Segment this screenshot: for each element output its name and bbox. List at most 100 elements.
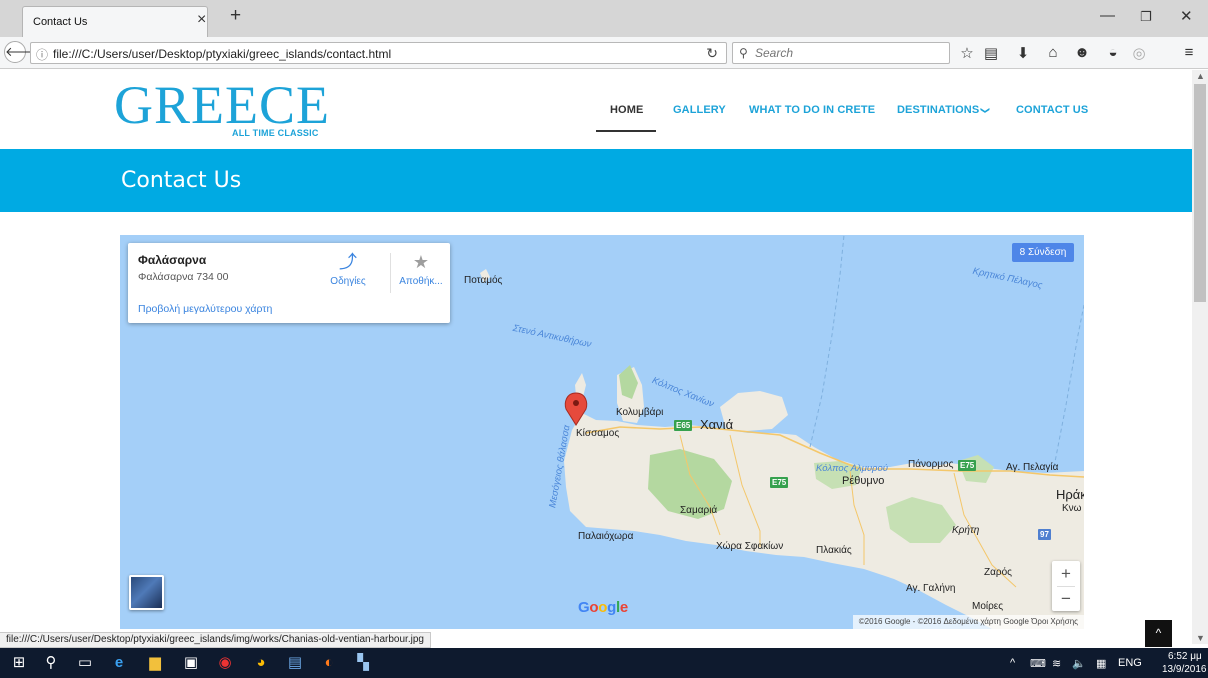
tray-chevron-icon[interactable]: ^ xyxy=(1010,657,1015,669)
tab-close-icon[interactable]: × xyxy=(197,12,206,28)
browser-tab[interactable]: Contact Us × xyxy=(22,6,208,37)
nav-destinations-label: DESTINATIONS xyxy=(897,104,980,116)
minimize-icon[interactable]: — xyxy=(1100,7,1115,24)
keyboard-icon[interactable]: ⌨ xyxy=(1030,657,1046,670)
reload-icon[interactable]: ↻ xyxy=(706,45,718,62)
vertical-scrollbar[interactable]: ▲ ▼ xyxy=(1192,70,1208,644)
search-input[interactable] xyxy=(755,45,945,61)
scroll-down-icon[interactable]: ▼ xyxy=(1196,633,1205,643)
file-explorer-icon[interactable]: ▆ xyxy=(144,654,166,672)
place-name: Φαλάσαρνα xyxy=(138,253,207,267)
chat-icon[interactable]: ☻ xyxy=(1073,44,1091,61)
search-icon[interactable]: ⚲ xyxy=(40,654,62,672)
logo-text: GREECE xyxy=(114,75,330,135)
nav-contact[interactable]: CONTACT US xyxy=(1016,104,1088,116)
zoom-out-button[interactable]: − xyxy=(1052,586,1080,611)
map-label: Παλαιόχωρα xyxy=(578,531,634,542)
crete-landmass xyxy=(564,413,1084,629)
page-banner: Contact Us xyxy=(0,149,1192,212)
clock-time[interactable]: 6:52 μμ xyxy=(1168,651,1202,662)
url-bar[interactable]: ⓘ file:///C:/Users/user/Desktop/ptyxiaki… xyxy=(30,42,727,64)
star-icon[interactable]: ☆ xyxy=(958,44,976,62)
site-logo[interactable]: GREECE ALL TIME CLASSIC xyxy=(114,78,344,146)
nav-what-to-do[interactable]: WHAT TO DO IN CRETE xyxy=(749,104,875,116)
search-bar[interactable]: ⚲ xyxy=(732,42,950,64)
windows-taskbar: ⊞ ⚲ ▭ e ▆ ▣ ◉ ◕ ▤ ◐ ▚ ^ ⌨ ≋ 🔈 ▦ ENG 6:52… xyxy=(0,648,1208,678)
notifications-icon[interactable]: ▦ xyxy=(1096,657,1106,670)
store-icon[interactable]: ▣ xyxy=(180,654,202,672)
notepad-icon[interactable]: ▤ xyxy=(284,654,306,672)
firefox-icon[interactable]: ◐ xyxy=(318,654,340,672)
back-icon[interactable]: 🡐 xyxy=(4,41,40,63)
pocket-icon[interactable]: ◒ xyxy=(1104,44,1122,61)
star-icon: ★ xyxy=(412,252,430,272)
google-logo-letter: G xyxy=(578,599,590,616)
scrollbar-thumb[interactable] xyxy=(1194,84,1206,302)
google-logo-letter: e xyxy=(619,599,628,616)
card-divider xyxy=(390,253,391,293)
nav-gallery[interactable]: GALLERY xyxy=(673,104,726,116)
url-text[interactable]: file:///C:/Users/user/Desktop/ptyxiaki/g… xyxy=(53,47,391,61)
scroll-up-icon[interactable]: ▲ xyxy=(1196,71,1205,81)
task-view-icon[interactable]: ▭ xyxy=(74,654,96,672)
nav-destinations[interactable]: DESTINATIONS❯ xyxy=(897,104,991,116)
map-label: Πλακιάς xyxy=(816,545,852,556)
map-label: Αγ. Γαλήνη xyxy=(906,583,956,594)
map-copyright[interactable]: ©2016 Google - ©2016 Δεδομένα χάρτη Goog… xyxy=(852,615,1084,629)
directions-icon: ⤴ xyxy=(339,252,357,272)
chevron-down-icon: ❯ xyxy=(980,106,991,115)
screen: Contact Us × + — ❐ ✕ 🡐 ⓘ file:///C:/User… xyxy=(0,0,1208,678)
menu-icon[interactable]: ≡ xyxy=(1180,44,1198,61)
nav-home[interactable]: HOME xyxy=(610,104,643,116)
map-label: Ζαρός xyxy=(984,567,1012,578)
wifi-icon[interactable]: ≋ xyxy=(1052,657,1061,670)
google-map[interactable]: Ποταμός Κρητικό Πέλαγος Στενό Αντικυθήρω… xyxy=(120,235,1084,629)
save-button[interactable]: ★ Αποθήκ... xyxy=(392,251,450,295)
directions-button[interactable]: ⤴ Οδηγίες xyxy=(319,251,377,295)
google-logo-letter: g xyxy=(607,599,616,616)
close-window-icon[interactable]: ✕ xyxy=(1180,7,1193,25)
road-shield: E75 xyxy=(770,477,789,488)
google-logo-letter: o xyxy=(589,599,599,616)
zoom-in-button[interactable]: + xyxy=(1052,561,1080,586)
road-shield: 97 xyxy=(1038,529,1051,540)
nav-active-indicator xyxy=(596,130,656,132)
place-address: Φαλάσαρνα 734 00 xyxy=(138,271,229,283)
map-label: Χώρα Σφακίων xyxy=(716,541,784,552)
ferry-route xyxy=(1053,304,1084,468)
google-logo[interactable]: Google xyxy=(578,599,628,616)
windows-start-icon[interactable]: ⊞ xyxy=(8,654,30,672)
map-label: Ρέθυμνο xyxy=(842,475,885,487)
map-label: Ηράκλ xyxy=(1056,487,1084,502)
place-info-card: Φαλάσαρνα Φαλάσαρνα 734 00 Προβολή μεγαλ… xyxy=(128,243,450,323)
larger-map-link[interactable]: Προβολή μεγαλύτερου χάρτη xyxy=(138,303,272,315)
map-label: Κόλπος Αλμυρού xyxy=(816,463,888,474)
download-icon[interactable]: ⬇ xyxy=(1014,44,1032,62)
restore-icon[interactable]: ❐ xyxy=(1140,9,1152,25)
status-url-tooltip: file:///C:/Users/user/Desktop/ptyxiaki/g… xyxy=(0,632,431,648)
info-icon[interactable]: ⓘ xyxy=(36,46,48,63)
home-icon[interactable]: ⌂ xyxy=(1044,44,1062,61)
app-icon[interactable]: ▚ xyxy=(352,654,374,672)
map-label: Κίσσαμος xyxy=(576,428,620,439)
reading-list-icon[interactable]: ▤ xyxy=(982,44,1000,62)
search-icon: ⚲ xyxy=(739,46,748,60)
chrome-icon[interactable]: ◕ xyxy=(250,654,272,672)
scroll-to-top-button[interactable]: ^ xyxy=(1145,620,1172,647)
satellite-toggle-thumbnail[interactable] xyxy=(129,575,164,610)
clock-date[interactable]: 13/9/2016 xyxy=(1162,664,1207,675)
new-tab-icon[interactable]: + xyxy=(230,5,241,27)
language-indicator[interactable]: ENG xyxy=(1118,657,1142,669)
edge-icon[interactable]: e xyxy=(108,654,130,672)
antivirus-icon[interactable]: ◉ xyxy=(214,654,236,672)
zoom-control: + − xyxy=(1052,561,1080,611)
map-label: Ποταμός xyxy=(464,275,503,286)
volume-icon[interactable]: 🔈 xyxy=(1072,657,1086,670)
map-signin-button[interactable]: 8 Σύνδεση xyxy=(1012,243,1074,262)
map-label: Κρήτη xyxy=(952,525,980,536)
directions-label: Οδηγίες xyxy=(330,276,366,287)
map-label: Κολυμβάρι xyxy=(616,407,664,418)
extension-icon[interactable]: ◎ xyxy=(1130,44,1148,62)
page-title: Contact Us xyxy=(121,168,242,193)
ferry-route xyxy=(809,235,845,448)
